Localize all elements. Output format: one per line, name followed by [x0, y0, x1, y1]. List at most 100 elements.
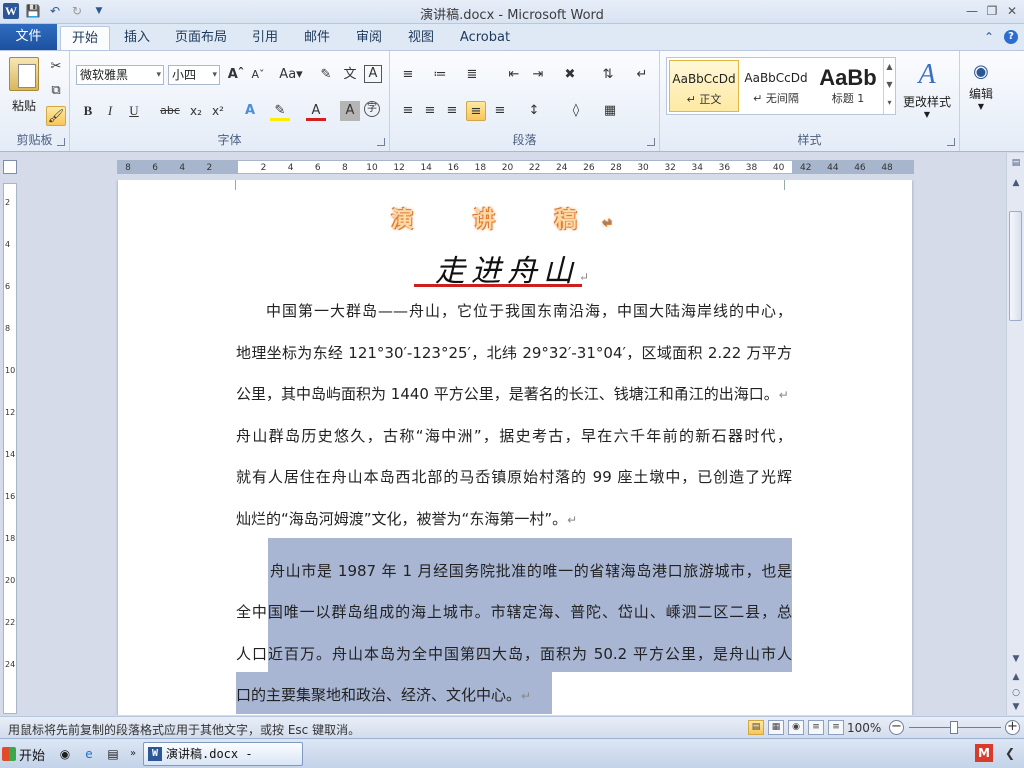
font-name-combo[interactable]: 微软雅黑 — [76, 65, 164, 85]
help-icon[interactable]: ? — [1004, 30, 1018, 44]
underline-icon[interactable]: U — [124, 101, 144, 121]
justify-icon[interactable]: ≡ — [466, 101, 486, 121]
show-marks-icon[interactable]: ↵ — [632, 65, 652, 85]
tab-review[interactable]: 审阅 — [346, 26, 392, 50]
zoom-level[interactable]: 100% — [847, 721, 881, 735]
highlight-icon[interactable]: ✎ — [270, 101, 290, 121]
tab-acrobat[interactable]: Acrobat — [452, 26, 518, 50]
copy-icon[interactable]: ⧉ — [46, 81, 66, 101]
shading-icon[interactable]: ◊ — [566, 101, 586, 121]
align-center-icon[interactable]: ≡ — [420, 101, 440, 121]
bold-icon[interactable]: B — [78, 101, 98, 121]
subscript-icon[interactable]: x₂ — [186, 101, 206, 121]
tab-view[interactable]: 视图 — [398, 26, 444, 50]
font-color-icon[interactable]: A — [306, 101, 326, 121]
character-shading-icon[interactable]: A — [340, 101, 360, 121]
change-styles-button[interactable]: A 更改样式 ▼ — [900, 59, 954, 119]
zoom-out-icon[interactable]: − — [889, 720, 904, 735]
align-left-icon[interactable]: ≡ — [398, 101, 418, 121]
media-icon[interactable]: ▤ — [104, 745, 122, 763]
style-no-spacing[interactable]: AaBbCcDd ↵ 无间隔 — [741, 60, 811, 112]
line-spacing-icon[interactable]: ↕ — [524, 101, 544, 121]
start-button[interactable]: 开始 — [2, 742, 50, 766]
draft-icon[interactable]: ≡ — [828, 720, 844, 735]
vertical-ruler-tick: 10 — [5, 366, 16, 375]
next-page-icon[interactable]: ▼ — [1008, 699, 1024, 715]
font-launcher-icon[interactable] — [377, 138, 385, 146]
paste-button[interactable]: 粘贴 — [6, 57, 42, 114]
change-case-icon[interactable]: Aa▾ — [278, 65, 304, 85]
outline-icon[interactable]: ≡ — [808, 720, 824, 735]
clipboard-launcher-icon[interactable] — [57, 138, 65, 146]
ruler-tick: 12 — [393, 163, 405, 173]
paragraph-launcher-icon[interactable] — [647, 138, 655, 146]
tab-page-layout[interactable]: 页面布局 — [170, 26, 232, 50]
internet-explorer-icon[interactable]: e — [80, 745, 98, 763]
zoom-slider-knob[interactable] — [950, 721, 958, 734]
character-border-icon[interactable]: A — [364, 65, 382, 83]
text-effects-icon[interactable]: A — [240, 101, 260, 121]
chinese-layout-icon[interactable]: ✖ — [560, 65, 580, 85]
multilevel-list-icon[interactable]: ≣ — [462, 65, 482, 85]
paste-label: 粘贴 — [11, 99, 36, 113]
numbering-icon[interactable]: ≔ — [430, 65, 450, 85]
scroll-thumb[interactable] — [1009, 211, 1022, 321]
tray-expand-icon[interactable]: ❮ — [1005, 746, 1015, 760]
style-heading-1[interactable]: AaBb 标题 1 — [813, 60, 883, 112]
scroll-down-icon[interactable]: ▼ — [1008, 651, 1024, 667]
full-screen-reading-icon[interactable]: ▦ — [768, 720, 784, 735]
document-page[interactable]: 演 讲 稿↵ 走进舟山↵ 中国第一大群岛——舟山，它位于我国东南沿海，中国大陆海… — [118, 180, 912, 715]
tab-insert[interactable]: 插入 — [114, 26, 160, 50]
enclose-characters-icon[interactable]: 字 — [364, 101, 380, 117]
distributed-icon[interactable]: ≡ — [490, 101, 510, 121]
phonetic-guide-icon[interactable]: 文 — [340, 65, 360, 85]
clear-format-icon[interactable]: ✎ — [316, 65, 336, 85]
scroll-up-icon[interactable]: ▲ — [1008, 175, 1024, 191]
increase-indent-icon[interactable]: ⇥ — [528, 65, 548, 85]
shrink-font-icon[interactable]: Aˇ — [248, 65, 268, 85]
ruler-tick: 26 — [583, 163, 595, 173]
paragraph-mark: ↵ — [778, 388, 789, 402]
close-icon[interactable]: ✕ — [1004, 3, 1020, 19]
ruler-toggle-icon[interactable]: ▤ — [1008, 155, 1024, 171]
format-painter-icon[interactable]: 🖌 — [46, 106, 66, 126]
styles-scroll[interactable]: ▲ ▼ ▾ — [883, 58, 895, 114]
zoom-in-icon[interactable]: + — [1005, 720, 1020, 735]
superscript-icon[interactable]: x² — [208, 101, 228, 121]
previous-page-icon[interactable]: ▲ — [1008, 669, 1024, 685]
vertical-scrollbar[interactable]: ▤ ▲ ▼ ▲ ○ ▼ — [1006, 153, 1024, 715]
font-group-label: 字体 — [217, 133, 242, 147]
editing-button[interactable]: ◉ 编辑 ▼ — [964, 59, 998, 111]
tab-references[interactable]: 引用 — [242, 26, 288, 50]
restore-icon[interactable]: ❐ — [984, 3, 1000, 19]
sort-icon[interactable]: ⇅ — [598, 65, 618, 85]
decrease-indent-icon[interactable]: ⇤ — [504, 65, 524, 85]
strikethrough-icon[interactable]: abc — [158, 101, 182, 121]
vertical-ruler[interactable]: 2 4 6 8 10 12 14 16 18 20 22 24 — [3, 183, 17, 714]
style-normal[interactable]: AaBbCcDd ↵ 正文 — [669, 60, 739, 112]
bullets-icon[interactable]: ≡ — [398, 65, 418, 85]
minimize-ribbon-icon[interactable]: ⌃ — [984, 30, 994, 44]
ribbon-tabs: 文件 开始 插入 页面布局 引用 邮件 审阅 视图 Acrobat ⌃ ? — [0, 24, 1024, 50]
cut-icon[interactable]: ✂ — [46, 57, 66, 77]
tab-home[interactable]: 开始 — [60, 26, 110, 50]
print-layout-icon[interactable]: ▤ — [748, 720, 764, 735]
borders-icon[interactable]: ▦ — [600, 101, 620, 121]
tab-selector[interactable] — [3, 160, 17, 174]
tab-file[interactable]: 文件 — [0, 24, 57, 50]
font-size-combo[interactable]: 小四 — [168, 65, 220, 85]
styles-launcher-icon[interactable] — [947, 138, 955, 146]
document-area: 演 讲 稿↵ 走进舟山↵ 中国第一大群岛——舟山，它位于我国东南沿海，中国大陆海… — [20, 180, 1006, 715]
tray-app-icon[interactable]: M — [975, 744, 993, 762]
tab-mailings[interactable]: 邮件 — [294, 26, 340, 50]
italic-icon[interactable]: I — [100, 101, 120, 121]
quick-launch-icon[interactable]: ◉ — [56, 745, 74, 763]
left-margin-shade — [118, 161, 238, 173]
align-right-icon[interactable]: ≡ — [442, 101, 462, 121]
more-icon[interactable]: » — [124, 745, 142, 763]
grow-font-icon[interactable]: Aˆ — [226, 65, 246, 85]
horizontal-ruler[interactable]: 8 6 4 2 2 4 6 8 10 12 14 16 18 20 22 24 26 28 30 32 34 36 38 40… — [117, 160, 914, 174]
minimize-icon[interactable]: — — [964, 3, 980, 19]
web-layout-icon[interactable]: ◉ — [788, 720, 804, 735]
word-task-button[interactable]: W 演讲稿.docx - Micro... — [143, 742, 303, 766]
